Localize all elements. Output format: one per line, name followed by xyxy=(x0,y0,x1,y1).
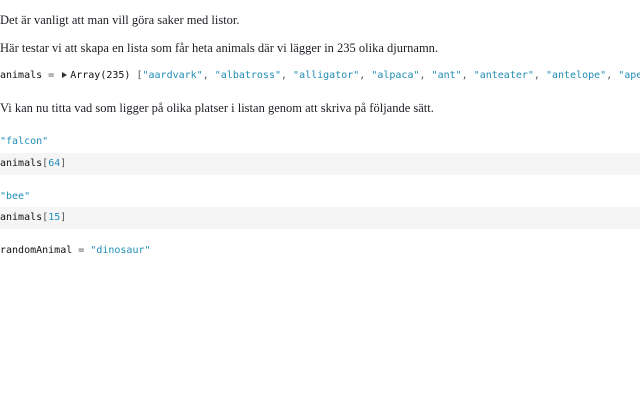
array-item: "ant" xyxy=(431,70,462,81)
animals-cell-output[interactable]: animals = Array(235) ["aardvark", "albat… xyxy=(0,68,640,84)
code-line[interactable]: animals[15] xyxy=(0,210,66,226)
code-cell-2[interactable]: animals[15] xyxy=(0,207,640,229)
code-close-bracket: ] xyxy=(60,158,67,169)
explain-paragraph: Vi kan nu titta vad som ligger på olika … xyxy=(0,101,434,115)
code-variable: animals xyxy=(0,158,43,169)
array-separator: , xyxy=(461,70,474,81)
array-items-list: "aardvark", "albatross", "alligator", "a… xyxy=(143,70,640,81)
equals-sign: = xyxy=(72,245,91,256)
array-separator: , xyxy=(359,70,372,81)
array-item: "anteater" xyxy=(473,70,534,81)
index-output-2: "bee" xyxy=(0,189,640,205)
array-item: "ape" xyxy=(618,70,640,81)
random-animal-variable-name: randomAnimal xyxy=(0,245,73,256)
array-item: "alpaca" xyxy=(371,70,420,81)
code-index: 15 xyxy=(48,212,61,223)
array-item: "antelope" xyxy=(545,70,607,81)
code-index: 64 xyxy=(48,158,61,169)
array-separator: , xyxy=(281,70,294,81)
array-item: "alligator" xyxy=(293,70,360,81)
code-line[interactable]: animals[64] xyxy=(0,156,66,172)
array-summary[interactable]: Array(235) xyxy=(70,70,130,81)
array-separator: , xyxy=(202,70,215,81)
array-separator: , xyxy=(419,70,432,81)
code-variable: animals xyxy=(0,212,43,223)
output-value: "bee" xyxy=(0,191,31,202)
animals-variable-name: animals xyxy=(0,70,43,81)
intro-paragraph-1: Det är vanligt att man vill göra saker m… xyxy=(0,13,240,27)
code-cell-1[interactable]: animals[64] xyxy=(0,153,640,175)
index-output-1: "falcon" xyxy=(0,134,640,150)
random-animal-cell-output: randomAnimal = "dinosaur" xyxy=(0,243,640,259)
equals-sign: = xyxy=(42,70,61,81)
random-animal-value: "dinosaur" xyxy=(90,245,151,256)
code-close-bracket: ] xyxy=(60,212,67,223)
output-value: "falcon" xyxy=(0,136,49,147)
array-separator: , xyxy=(606,70,619,81)
array-item: "aardvark" xyxy=(142,70,203,81)
array-item: "albatross" xyxy=(214,70,281,81)
expand-triangle-icon[interactable] xyxy=(62,72,68,78)
intro-paragraph-2: Här testar vi att skapa en lista som får… xyxy=(0,41,439,55)
array-separator: , xyxy=(533,70,546,81)
